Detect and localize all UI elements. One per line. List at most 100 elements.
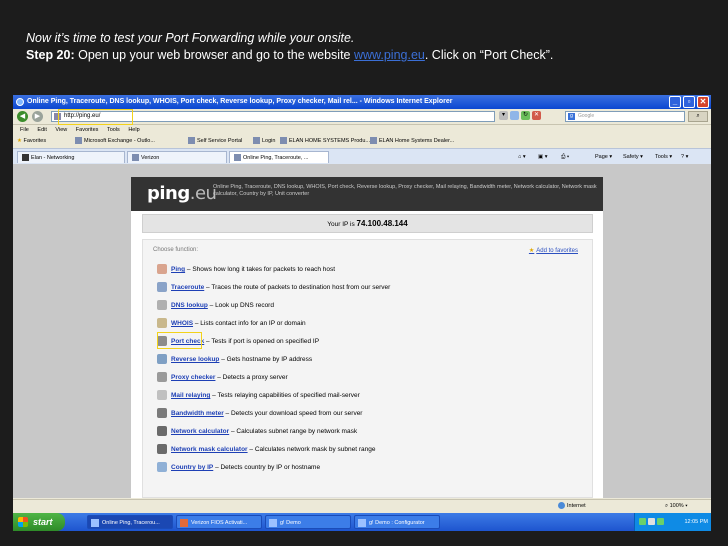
menu-edit[interactable]: Edit	[37, 127, 46, 133]
proxy-checker-icon	[157, 372, 167, 383]
slide-intro: Now it’s time to test your Port Forwardi…	[26, 31, 355, 45]
fav-item-exchange[interactable]: Microsoft Exchange - Outlo...	[75, 135, 155, 147]
menu-help[interactable]: Help	[128, 127, 139, 133]
tray-icon[interactable]	[657, 518, 664, 525]
function-link-network-mask-calculator[interactable]: Network mask calculator	[171, 446, 248, 453]
function-link-network-calculator[interactable]: Network calculator	[171, 428, 229, 435]
globe-icon	[558, 502, 565, 510]
step-post: . Click on “Port Check”.	[424, 48, 554, 62]
search-icon[interactable]: ⌕	[688, 111, 708, 122]
status-zone-label: Internet	[567, 503, 586, 509]
back-icon[interactable]: ◀	[17, 111, 28, 122]
page-menu[interactable]: Page ▾	[595, 151, 612, 163]
stop-icon[interactable]: ✕	[532, 111, 541, 120]
dropdown-icon[interactable]: ▾	[499, 111, 508, 120]
menu-view[interactable]: View	[55, 127, 67, 133]
tab-verizon[interactable]: Verizon	[127, 151, 227, 163]
tray-icon[interactable]	[639, 518, 646, 525]
minimize-icon[interactable]: _	[669, 96, 681, 108]
function-link-traceroute[interactable]: Traceroute	[171, 284, 204, 291]
help-icon[interactable]: ? ▾	[681, 151, 688, 163]
menu-tools[interactable]: Tools	[107, 127, 120, 133]
site-logo[interactable]: ping.eu	[147, 183, 217, 204]
page-icon	[370, 137, 377, 145]
function-item: Country by IP – Detects country by IP or…	[157, 462, 320, 474]
function-desc: – Gets hostname by IP address	[219, 356, 313, 363]
print-icon[interactable]: ⎙ ▾	[561, 151, 569, 163]
site-header: ping.eu Online Ping, Traceroute, DNS loo…	[131, 177, 603, 211]
page-icon	[253, 137, 260, 145]
search-input[interactable]: g Google	[565, 111, 685, 122]
compat-icon[interactable]	[510, 111, 519, 120]
fav-label: Self Service Portal	[197, 138, 243, 144]
menu-bar: File Edit View Favorites Tools Help	[13, 125, 711, 135]
add-to-favorites-link[interactable]: ★ Add to favorites	[529, 247, 578, 254]
page-icon	[188, 137, 195, 145]
tray-icon[interactable]	[648, 518, 655, 525]
safety-menu[interactable]: Safety ▾	[623, 151, 643, 163]
tab-ping[interactable]: Online Ping, Traceroute, ...	[229, 151, 329, 163]
function-item: Traceroute – Traces the route of packets…	[157, 282, 390, 294]
start-label: start	[33, 517, 53, 527]
app-icon	[269, 519, 277, 527]
network-mask-calculator-icon	[157, 444, 167, 455]
tab-label: Verizon	[141, 155, 160, 161]
start-button[interactable]: start	[13, 513, 65, 531]
refresh-icon[interactable]: ↻	[521, 111, 530, 120]
forward-icon[interactable]: ▶	[32, 111, 43, 122]
favorites-button[interactable]: ★ Favorites	[17, 135, 46, 147]
function-desc: – Calculates network mask by subnet rang…	[247, 446, 376, 453]
maximize-icon[interactable]: ▫	[683, 96, 695, 108]
function-link-reverse-lookup[interactable]: Reverse lookup	[171, 356, 219, 363]
function-desc: – Calculates subnet range by network mas…	[229, 428, 358, 435]
whois-icon	[157, 318, 167, 329]
task-g-demo-configurator[interactable]: g! Demo : Configurator	[354, 515, 440, 529]
feeds-icon[interactable]: ▣ ▾	[538, 151, 548, 163]
tab-elan-networking[interactable]: Elan - Networking	[17, 151, 125, 163]
logo-main: ping	[147, 183, 190, 204]
home-icon[interactable]: ⌂ ▾	[518, 151, 526, 163]
address-tools: ▾ ↻ ✕	[499, 111, 563, 122]
function-link-dns-lookup[interactable]: DNS lookup	[171, 302, 208, 309]
function-link-whois[interactable]: WHOIS	[171, 320, 193, 327]
star-icon: ★	[528, 248, 535, 254]
fav-label: Microsoft Exchange - Outlo...	[84, 138, 155, 144]
favorites-label: Favorites	[23, 138, 47, 144]
function-link-bandwidth-meter[interactable]: Bandwidth meter	[171, 410, 224, 417]
fav-item-elan-dealer[interactable]: ELAN Home Systems Dealer...	[370, 135, 454, 147]
slide-instructions: Now it’s time to test your Port Forwardi…	[26, 30, 716, 64]
fav-item-portal[interactable]: Self Service Portal	[188, 135, 242, 147]
menu-favorites[interactable]: Favorites	[76, 127, 99, 133]
tab-label: Online Ping, Traceroute, ...	[243, 155, 309, 161]
country-by-ip-icon	[157, 462, 167, 473]
status-zone: Internet	[558, 500, 586, 513]
task-label: Verizon FIOS Activati...	[191, 520, 248, 526]
n-icon	[22, 154, 29, 162]
fav-item-login[interactable]: Login	[253, 135, 275, 147]
function-item: Reverse lookup – Gets hostname by IP add…	[157, 354, 312, 366]
step-link[interactable]: www.ping.eu	[354, 48, 425, 62]
task-label: g! Demo	[280, 520, 301, 526]
fav-item-elan-products[interactable]: ELAN HOME SYSTEMS Produ...	[280, 135, 370, 147]
app-icon	[358, 519, 366, 527]
task-verizon-fios[interactable]: Verizon FIOS Activati...	[176, 515, 262, 529]
function-desc: – Traces the route of packets to destina…	[204, 284, 391, 291]
function-link-ping[interactable]: Ping	[171, 266, 185, 273]
function-desc: – Tests if port is opened on specified I…	[204, 338, 320, 345]
function-desc: – Shows how long it takes for packets to…	[185, 266, 336, 273]
tools-menu[interactable]: Tools ▾	[655, 151, 672, 163]
function-desc: – Tests relaying capabilities of specifi…	[210, 392, 360, 399]
menu-file[interactable]: File	[20, 127, 29, 133]
function-link-mail-relaying[interactable]: Mail relaying	[171, 392, 210, 399]
window-titlebar: Online Ping, Traceroute, DNS lookup, WHO…	[13, 95, 711, 109]
zoom-control[interactable]: ⌕ 100% ▾	[665, 500, 688, 513]
function-link-country-by-ip[interactable]: Country by IP	[171, 464, 213, 471]
task-g-demo[interactable]: g! Demo	[265, 515, 351, 529]
tab-bar: Elan - Networking Verizon Online Ping, T…	[13, 148, 711, 165]
fav-label: Login	[262, 138, 276, 144]
choose-function-label: Choose function:	[153, 247, 199, 253]
task-online-ping[interactable]: Online Ping, Tracerou...	[87, 515, 173, 529]
function-link-proxy-checker[interactable]: Proxy checker	[171, 374, 215, 381]
close-icon[interactable]: ✕	[697, 96, 709, 108]
search-placeholder: Google	[578, 113, 595, 119]
